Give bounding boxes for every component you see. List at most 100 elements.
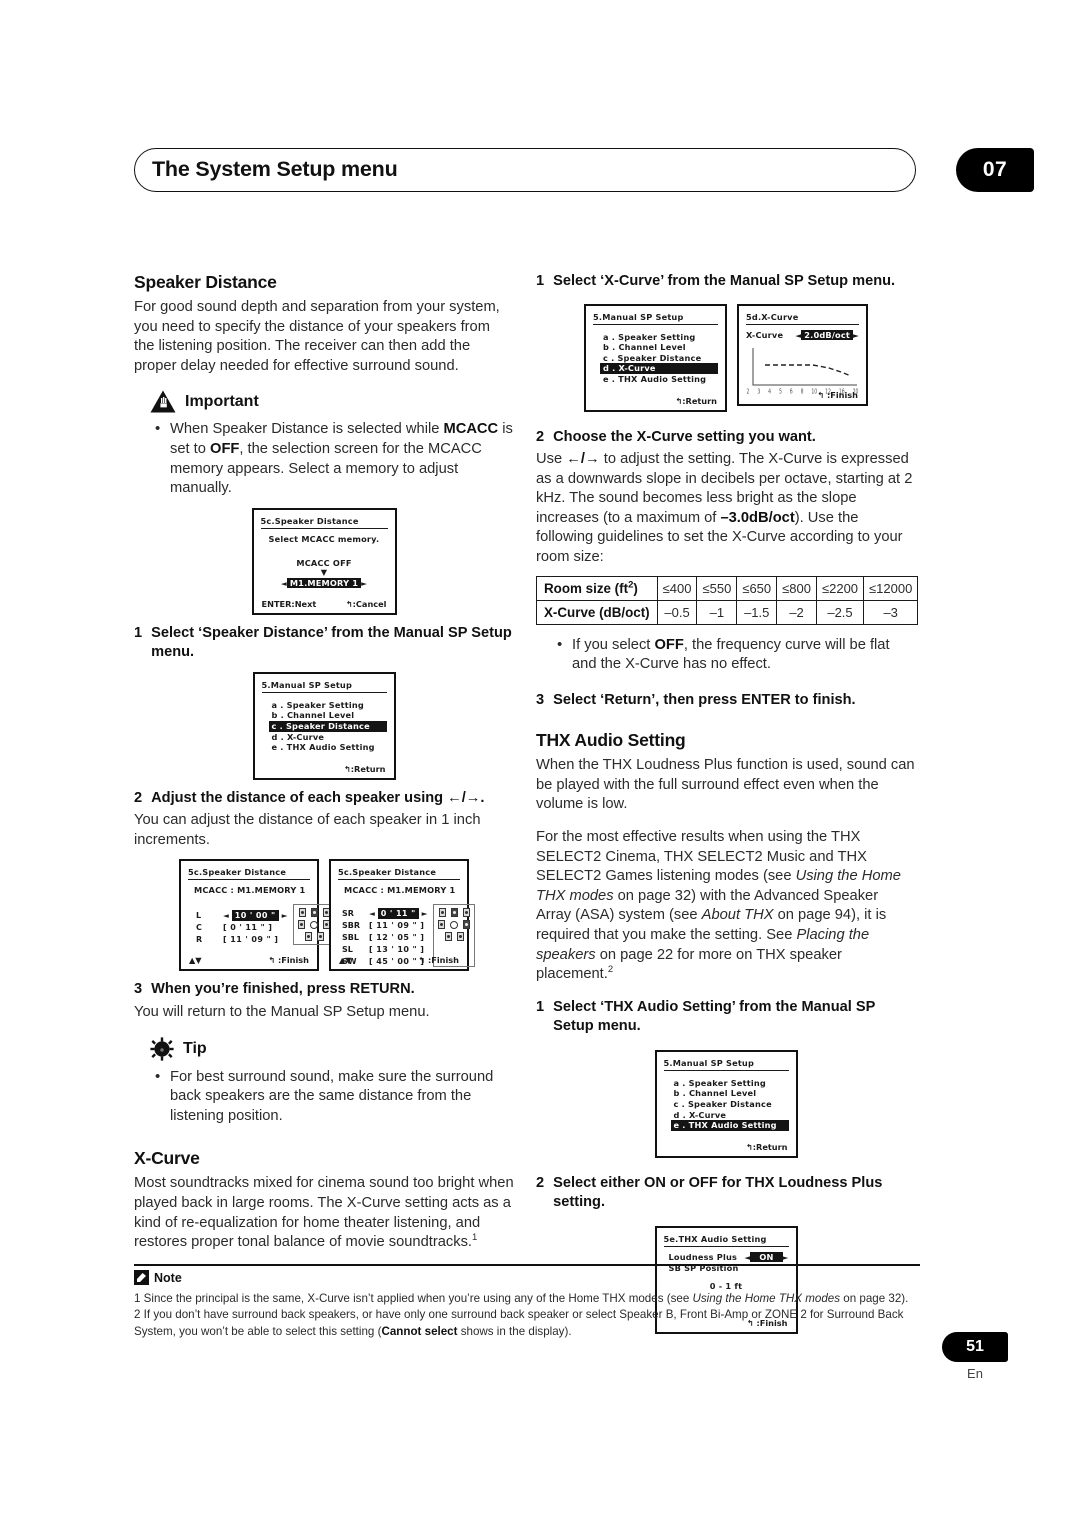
left-arrow-icon[interactable]: ◄ xyxy=(223,910,229,921)
lcd-distance-value: [ 12 ' 05 " ] xyxy=(369,933,425,943)
step-text: Select either ON or OFF for THX Loudness… xyxy=(553,1174,883,1211)
lcd-distance-row[interactable]: SBR [ 11 ' 09 " ] xyxy=(342,920,427,931)
table-cell: ≤550 xyxy=(696,575,738,601)
left-arrow-icon[interactable]: ◄ xyxy=(281,579,287,588)
step-2-speaker-distance: 2 Adjust the distance of each speaker us… xyxy=(134,789,514,809)
thx-para-1: When the THX Loudness Plus function is u… xyxy=(536,757,915,813)
right-arrow-icon[interactable]: ► xyxy=(422,908,428,919)
lcd-menu-list: a . Speaker Setting b . Channel Level c . … xyxy=(670,1078,789,1131)
lcd-distance-label: C xyxy=(196,923,202,933)
table-row-header: X-Curve (dB/oct) xyxy=(536,599,658,625)
lcd-distance-value: [ 11 ' 09 " ] xyxy=(223,935,279,945)
lcd-updown-icon: ▲▼ xyxy=(189,955,202,966)
lcd-footer-finish: ↰ :Finish xyxy=(418,955,459,966)
step-text: Select ‘X-Curve’ from the Manual SP Setu… xyxy=(553,273,896,289)
note-label: Note xyxy=(154,1270,182,1285)
table-cell: ≤650 xyxy=(736,575,778,601)
step-2-thx: 2 Select either ON or OFF for THX Loudne… xyxy=(536,1174,916,1213)
left-column: Speaker Distance For good sound depth an… xyxy=(134,272,514,1266)
lcd-menu-item[interactable]: a . Speaker Setting xyxy=(600,332,718,343)
step-text: Select ‘THX Audio Setting’ from the Manu… xyxy=(553,998,876,1035)
speaker-icon xyxy=(456,932,464,942)
lcd-distance-label: SR xyxy=(342,909,354,919)
lcd-manual-sp-setup-d: 5.Manual SP Setup a . Speaker Setting b .… xyxy=(584,303,727,412)
lcd-memory-selector[interactable]: ◄ M1.MEMORY 1 ► xyxy=(261,577,388,589)
left-arrow-icon[interactable]: ◄ xyxy=(369,908,375,919)
lcd-menu-item[interactable]: c . Speaker Distance xyxy=(600,353,718,364)
lcd-distance-row[interactable]: SR ◄ 0 ' 11 " ► xyxy=(342,908,428,920)
table-cell: –1.5 xyxy=(736,599,778,625)
page-number-badge: 51 xyxy=(942,1332,1008,1362)
lcd-menu-item[interactable]: e . THX Audio Setting xyxy=(600,374,718,385)
speaker-icon xyxy=(438,920,446,930)
warning-triangle-icon xyxy=(150,390,176,413)
lcd-distance-row[interactable]: SBL [ 12 ' 05 " ] xyxy=(342,932,427,943)
step-number: 3 xyxy=(536,691,545,708)
right-arrow-icon[interactable]: ► xyxy=(853,331,859,340)
lcd-title: 5c.Speaker Distance xyxy=(338,867,460,881)
speaker-icon xyxy=(438,908,446,918)
step-1-speaker-distance: 1 Select ‘Speaker Distance’ from the Man… xyxy=(134,624,514,663)
lcd-footer-finish: ↰ :Finish xyxy=(817,389,858,400)
right-arrow-icon[interactable]: ► xyxy=(361,579,367,588)
lcd-speaker-distance-surround: 5c.Speaker Distance MCACC : M1.MEMORY 1 … xyxy=(329,859,476,972)
heading-x-curve: X-Curve xyxy=(134,1148,200,1169)
speaker-icon xyxy=(304,932,312,942)
lcd-footer-return: ↰:Return xyxy=(745,1141,788,1152)
note-2: 2 If you don’t have surround back speake… xyxy=(134,1308,904,1338)
lcd-title: 5.Manual SP Setup xyxy=(261,680,387,693)
tip-callout-header: Tip xyxy=(150,1036,514,1061)
lcd-xcurve-row[interactable]: X-Curve ◄ 2.0dB/oct ► xyxy=(746,329,859,341)
lcd-title: 5e.THX Audio Setting xyxy=(663,1234,789,1247)
lcd-menu-item[interactable]: b . Channel Level xyxy=(269,710,387,721)
step-number: 2 xyxy=(536,428,545,445)
right-arrow-icon[interactable]: ► xyxy=(282,910,288,921)
page-header: The System Setup menu 07 xyxy=(134,148,1046,194)
right-arrow-icon[interactable]: ► xyxy=(783,1253,789,1262)
lcd-menu-item[interactable]: c . Speaker Distance xyxy=(671,1099,789,1110)
lcd-menu-item[interactable]: d . X-Curve xyxy=(671,1110,789,1121)
lcd-menu-item[interactable]: b . Channel Level xyxy=(600,342,718,353)
listener-icon xyxy=(310,920,319,929)
room-size-table: Room size (ft2) ≤400 ≤550 ≤650 ≤800 ≤2200 ≤120… xyxy=(536,575,919,625)
lcd-menu-item[interactable]: d . X-Curve xyxy=(600,363,718,374)
step-1-x-curve: 1 Select ‘X-Curve’ from the Manual SP Se… xyxy=(536,272,916,292)
lcd-mcacc-line: MCACC : M1.MEMORY 1 xyxy=(194,885,306,896)
lcd-title: 5.Manual SP Setup xyxy=(663,1058,789,1071)
lcd-menu-item[interactable]: b . Channel Level xyxy=(671,1088,789,1099)
lcd-distance-row[interactable]: R [ 11 ' 09 " ] xyxy=(196,934,287,945)
lcd-menu-item[interactable]: e . THX Audio Setting xyxy=(670,1120,789,1131)
lcd-title: 5c.Speaker Distance xyxy=(260,516,388,529)
speaker-icon xyxy=(450,908,458,918)
table-cell: –3 xyxy=(863,599,919,625)
table-cell: ≤12000 xyxy=(863,575,919,601)
lcd-menu-item[interactable]: c . Speaker Distance xyxy=(268,720,387,732)
speaker-icon xyxy=(444,932,452,942)
step-text: When you’re finished, press RETURN. xyxy=(151,981,415,998)
step-1-thx: 1 Select ‘THX Audio Setting’ from the Ma… xyxy=(536,998,916,1037)
note-divider xyxy=(134,1264,920,1266)
lcd-loudness-value: ON xyxy=(750,1251,783,1262)
lcd-menu-item[interactable]: d . X-Curve xyxy=(269,732,387,743)
speaker-icon xyxy=(316,932,324,942)
notes-body: 1 Since the principal is the same, X-Cur… xyxy=(134,1291,924,1340)
lcd-menu-item[interactable]: a . Speaker Setting xyxy=(269,700,387,711)
table-row: X-Curve (dB/oct) –0.5 –1 –1.5 –2 –2.5 –3 xyxy=(536,599,919,625)
lcd-manual-sp-setup-e: 5.Manual SP Setup a . Speaker Setting b .… xyxy=(654,1049,798,1158)
lcd-distance-row[interactable]: L ◄ 10 ' 00 " ► xyxy=(196,910,288,922)
lcd-title: 5.Manual SP Setup xyxy=(593,312,718,325)
table-cell: ≤400 xyxy=(656,575,698,601)
lcd-distance-row[interactable]: SW[ 45 ' 00 " ] xyxy=(342,956,427,967)
chapter-badge: 07 xyxy=(956,148,1034,192)
x-curve-tick: 6 xyxy=(789,388,793,396)
lcd-menu-item[interactable]: a . Speaker Setting xyxy=(671,1078,789,1089)
lcd-loudness-label: Loudness Plus xyxy=(668,1251,738,1262)
lcd-distance-row[interactable]: SL [ 13 ' 10 " ] xyxy=(342,944,427,955)
lcd-menu-item[interactable]: e . THX Audio Setting xyxy=(269,742,387,753)
lcd-distance-row[interactable]: C [ 0 ' 11 " ] xyxy=(196,922,287,933)
step-number: 1 xyxy=(536,998,545,1015)
lcd-loudness-row[interactable]: Loudness Plus ◄ ON ► xyxy=(668,1251,789,1263)
step-2-body: You can adjust the distance of each spea… xyxy=(134,812,481,848)
x-curve-tick: 8 xyxy=(800,388,804,396)
lcd-selected-memory: M1.MEMORY 1 xyxy=(286,577,362,588)
